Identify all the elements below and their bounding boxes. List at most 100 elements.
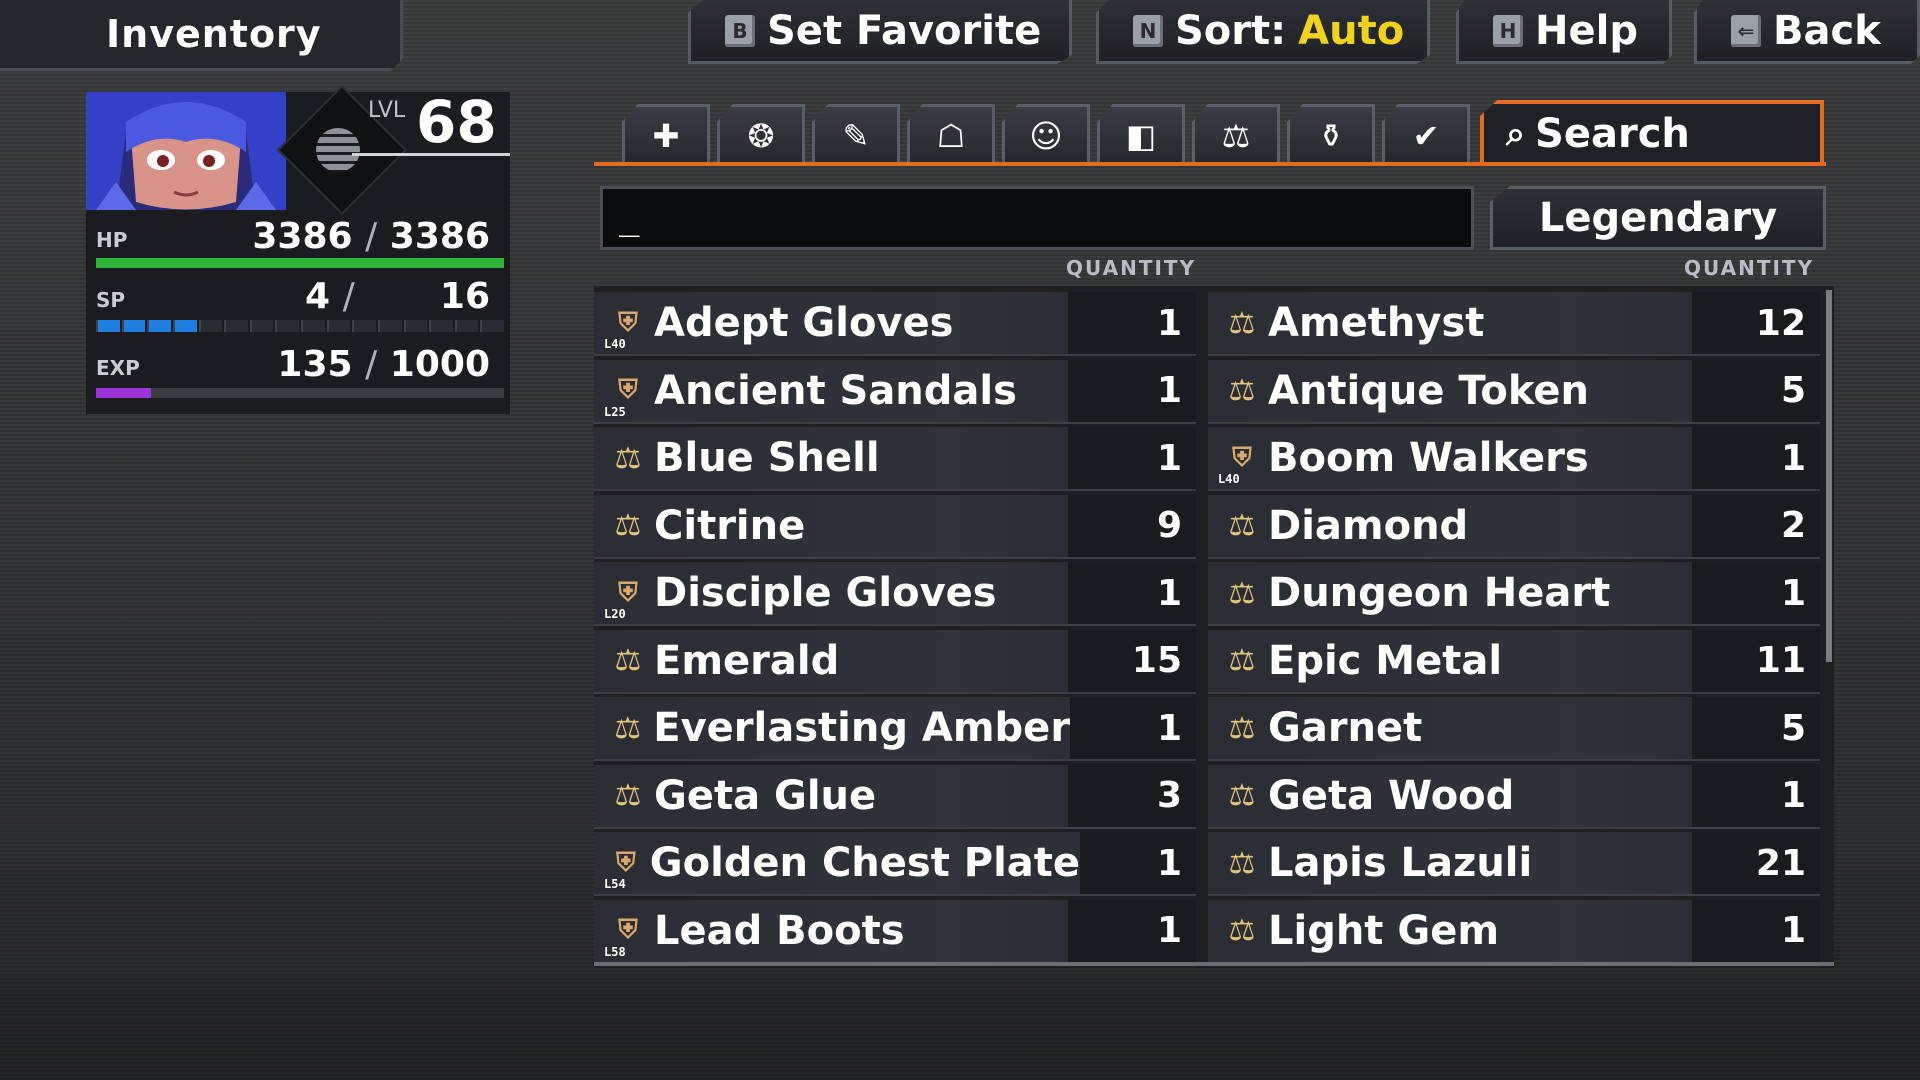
hp-slash: / [365,216,378,257]
list-item[interactable]: ⛨ L40 Adept Gloves 1 [594,292,1196,356]
sp-pip-filled [147,320,171,332]
item-level-badge: L20 [604,607,626,621]
list-item[interactable]: ⚖ Lapis Lazuli 21 [1208,832,1820,896]
list-item[interactable]: ⚖ Emerald 15 [594,629,1196,694]
trade-item-icon: ⚖ [1228,913,1256,948]
list-item[interactable]: ⚖ Citrine 9 [594,494,1196,559]
item-name: Garnet [1268,705,1423,751]
exp-bar [96,388,504,398]
hp-label: HP [96,228,128,252]
item-name: Citrine [654,502,806,549]
trade-item-icon: ⚖ [1228,643,1256,678]
hp-bar [96,258,504,268]
item-name: Blue Shell [654,435,880,481]
item-name: Dungeon Heart [1268,570,1611,616]
sort-button[interactable]: N Sort: Auto [1096,0,1430,64]
tab-arrows[interactable]: ❂ [717,104,805,164]
tab-key-item[interactable]: ⚱ [1287,104,1375,164]
exp-slash: / [365,344,378,385]
tab-armor[interactable]: ☺ [1002,104,1090,164]
sp-pip-empty [454,320,479,332]
list-item[interactable]: ⚖ Garnet 5 [1208,697,1820,761]
item-name: Amethyst [1268,300,1485,346]
tab-weapon[interactable]: ✎ [812,104,900,164]
key-backspace-icon: ⇐ [1731,14,1761,47]
item-quantity: 15 [1068,629,1196,692]
tab-search[interactable]: ⌕ Search [1480,100,1824,164]
hp-value: 3386 / 3386 [200,216,490,257]
list-item[interactable]: ⛨ L40 Boom Walkers 1 [1208,427,1820,491]
back-button[interactable]: ⇐ Back [1694,0,1920,64]
quantity-header-right: QUANTITY [1684,256,1815,280]
tab-helmet[interactable]: ☖ [907,104,995,164]
exp-value: 135 / 1000 [200,344,490,385]
sp-pip-empty [198,320,223,332]
item-name: Geta Wood [1268,772,1515,819]
legendary-filter-button[interactable]: Legendary [1490,186,1826,250]
search-input[interactable] [600,186,1474,250]
trade-item-icon: ⚖ [1228,508,1256,543]
tab-favorites[interactable]: ✔ [1382,104,1470,164]
sp-slash: / [342,276,355,317]
item-name: Diamond [1268,502,1469,549]
list-item[interactable]: ⚖ Amethyst 12 [1208,292,1820,356]
tab-items[interactable]: ✚ [622,104,710,164]
key-n-icon: N [1133,14,1163,47]
list-item[interactable]: ⛨ L20 Disciple Gloves 1 [594,562,1196,626]
item-quantity: 12 [1692,292,1820,354]
character-portrait-image [86,92,286,210]
list-scrollbar[interactable] [1826,290,1832,662]
list-item[interactable]: ⛨ L25 Ancient Sandals 1 [594,359,1196,424]
item-quantity: 1 [1692,427,1820,489]
sp-pips [96,320,504,334]
quantity-header-left: QUANTITY [1066,256,1197,280]
list-item[interactable]: ⛨ L54 Golden Chest Plate 1 [594,832,1196,896]
trade-item-icon: ⚖ [1228,778,1256,813]
list-item[interactable]: ⚖ Blue Shell 1 [594,427,1196,491]
list-item[interactable]: ⚖ Diamond 2 [1208,494,1820,559]
sp-pip-empty [326,320,351,332]
item-name: Lead Boots [654,907,905,954]
list-item[interactable]: ⚖ Geta Glue 3 [594,764,1196,829]
item-quantity: 3 [1068,764,1196,827]
sp-pip-empty [249,320,274,332]
tab-boots[interactable]: ◧ [1097,104,1185,164]
item-level-badge: L40 [1218,472,1240,486]
list-item[interactable]: ⚖ Light Gem 1 [1208,899,1820,964]
item-name: Golden Chest Plate [649,840,1081,886]
boots-icon: ◧ [1125,116,1157,155]
trade-item-icon: ⚖ [614,440,642,476]
tab-trade[interactable]: ⚖ [1192,104,1280,164]
character-portrait [86,92,286,210]
list-item[interactable]: ⚖ Everlasting Amber 1 [594,697,1196,761]
trade-icon: ⚖ [1221,116,1251,155]
set-favorite-button[interactable]: B Set Favorite [688,0,1072,64]
item-name: Adept Gloves [654,300,954,346]
neutral-element-icon [316,128,360,172]
exp-bar-fill [96,388,152,398]
list-item[interactable]: ⚖ Dungeon Heart 1 [1208,562,1820,626]
hp-bar-fill [96,258,504,268]
item-name: Epic Metal [1268,637,1503,684]
trade-item-icon: ⚖ [1228,305,1256,341]
item-quantity: 11 [1692,629,1820,692]
item-quantity: 5 [1692,359,1820,422]
item-name: Emerald [654,637,840,684]
equipment-icon: ⛨ L54 [604,847,636,892]
trade-item-icon: ⚖ [1228,373,1256,408]
armor-icon: ☺ [1029,116,1063,155]
helmet-icon: ☖ [936,116,966,155]
help-button[interactable]: H Help [1456,0,1672,64]
list-item[interactable]: ⚖ Antique Token 5 [1208,359,1820,424]
sp-pip-empty [377,320,402,332]
sp-pip-filled [121,320,146,332]
list-item[interactable]: ⚖ Epic Metal 11 [1208,629,1820,694]
list-item[interactable]: ⚖ Geta Wood 1 [1208,764,1820,829]
page-title: Inventory [106,12,322,56]
key-b-icon: B [725,14,755,47]
item-quantity: 1 [1068,562,1196,624]
list-item[interactable]: ⛨ L58 Lead Boots 1 [594,899,1196,964]
list-bottom-border [594,962,1834,966]
sort-value: Auto [1298,7,1405,54]
hp-max: 3386 [389,216,490,257]
